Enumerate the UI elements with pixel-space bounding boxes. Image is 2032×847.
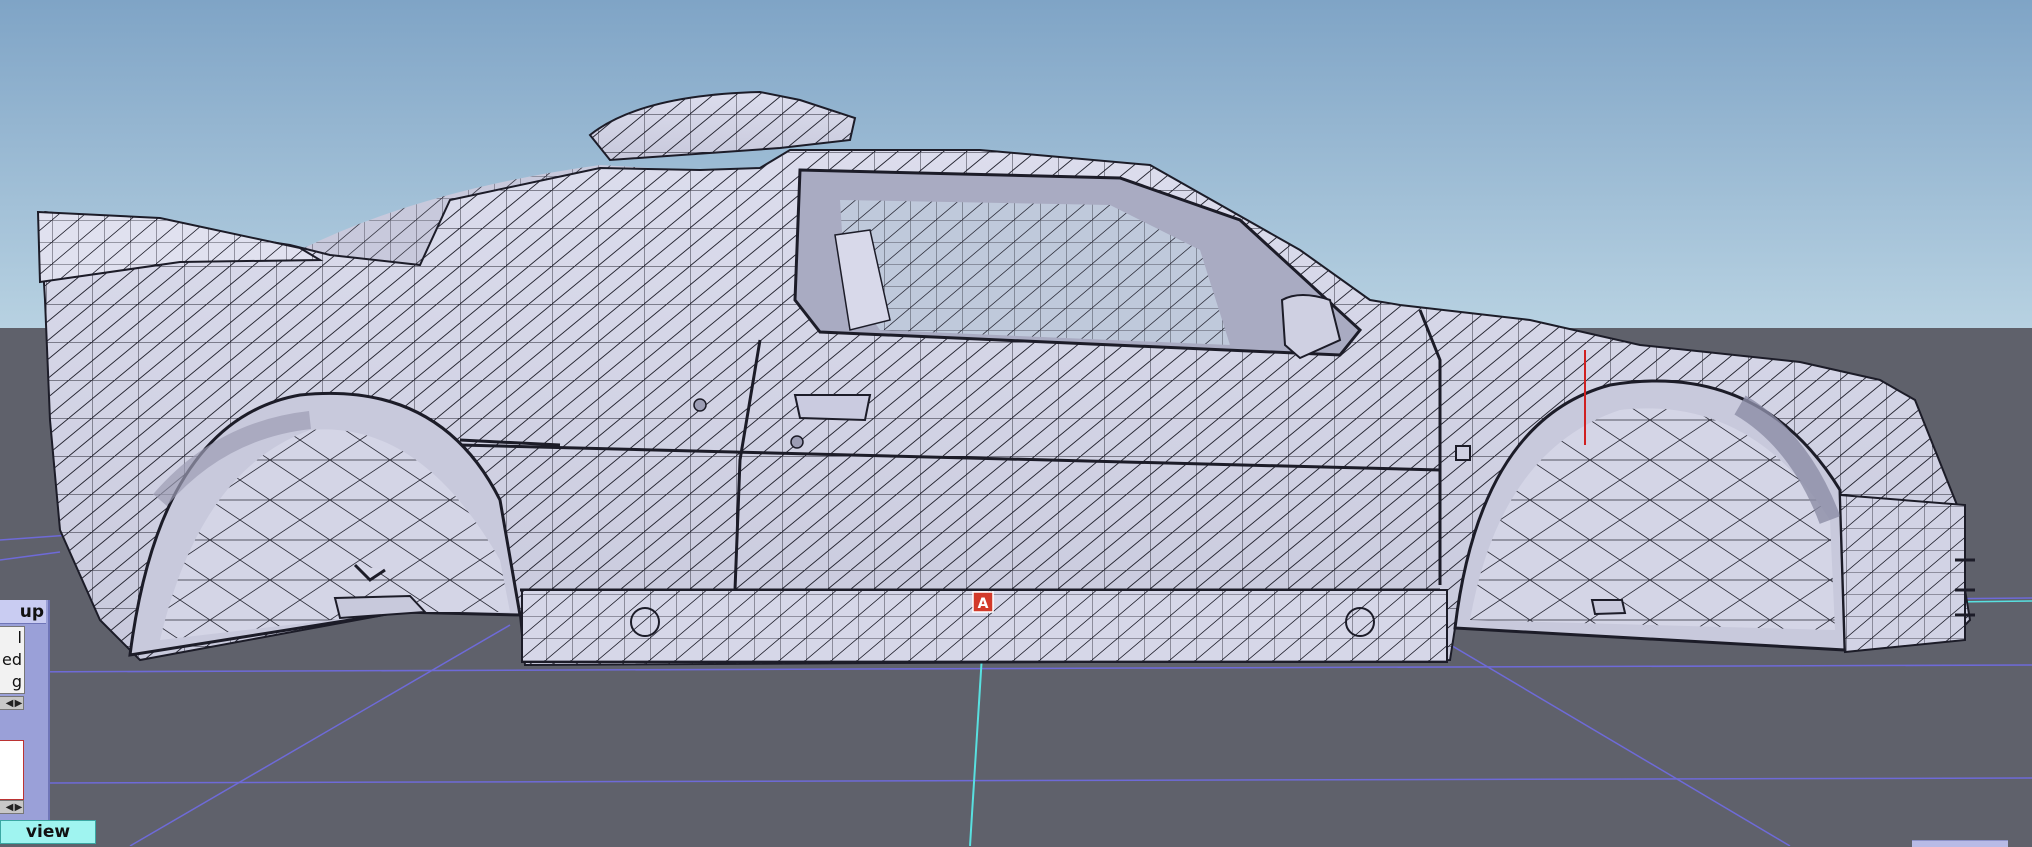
door-lock bbox=[790, 435, 804, 449]
panel-preview-box bbox=[0, 740, 24, 800]
door-handle bbox=[793, 394, 872, 422]
panel-scrollbar-bottom[interactable]: ◀▶ bbox=[0, 800, 24, 814]
tow-hook bbox=[1590, 599, 1627, 616]
pivot-marker[interactable]: A bbox=[972, 591, 994, 613]
panel-scrollbar-top[interactable]: ◀▶ bbox=[0, 696, 24, 710]
panel-row-3[interactable]: g bbox=[0, 671, 24, 693]
scroll-right-icon[interactable]: ▶ bbox=[14, 801, 23, 815]
indicator-light bbox=[1455, 445, 1471, 461]
view-tab[interactable]: view bbox=[0, 820, 96, 844]
scroll-left-icon[interactable]: ◀ bbox=[5, 697, 14, 711]
scroll-left-icon[interactable]: ◀ bbox=[5, 801, 14, 815]
fuel-cap bbox=[693, 398, 707, 412]
3d-viewport[interactable]: A bbox=[0, 0, 2032, 846]
scroll-right-icon[interactable]: ▶ bbox=[14, 697, 23, 711]
svg-text:A: A bbox=[978, 596, 989, 612]
panel-row-2[interactable]: ed bbox=[0, 649, 24, 671]
panel-row-1[interactable]: l bbox=[0, 627, 24, 649]
panel-list: l ed g bbox=[0, 626, 25, 694]
panel-header: up bbox=[0, 600, 46, 624]
